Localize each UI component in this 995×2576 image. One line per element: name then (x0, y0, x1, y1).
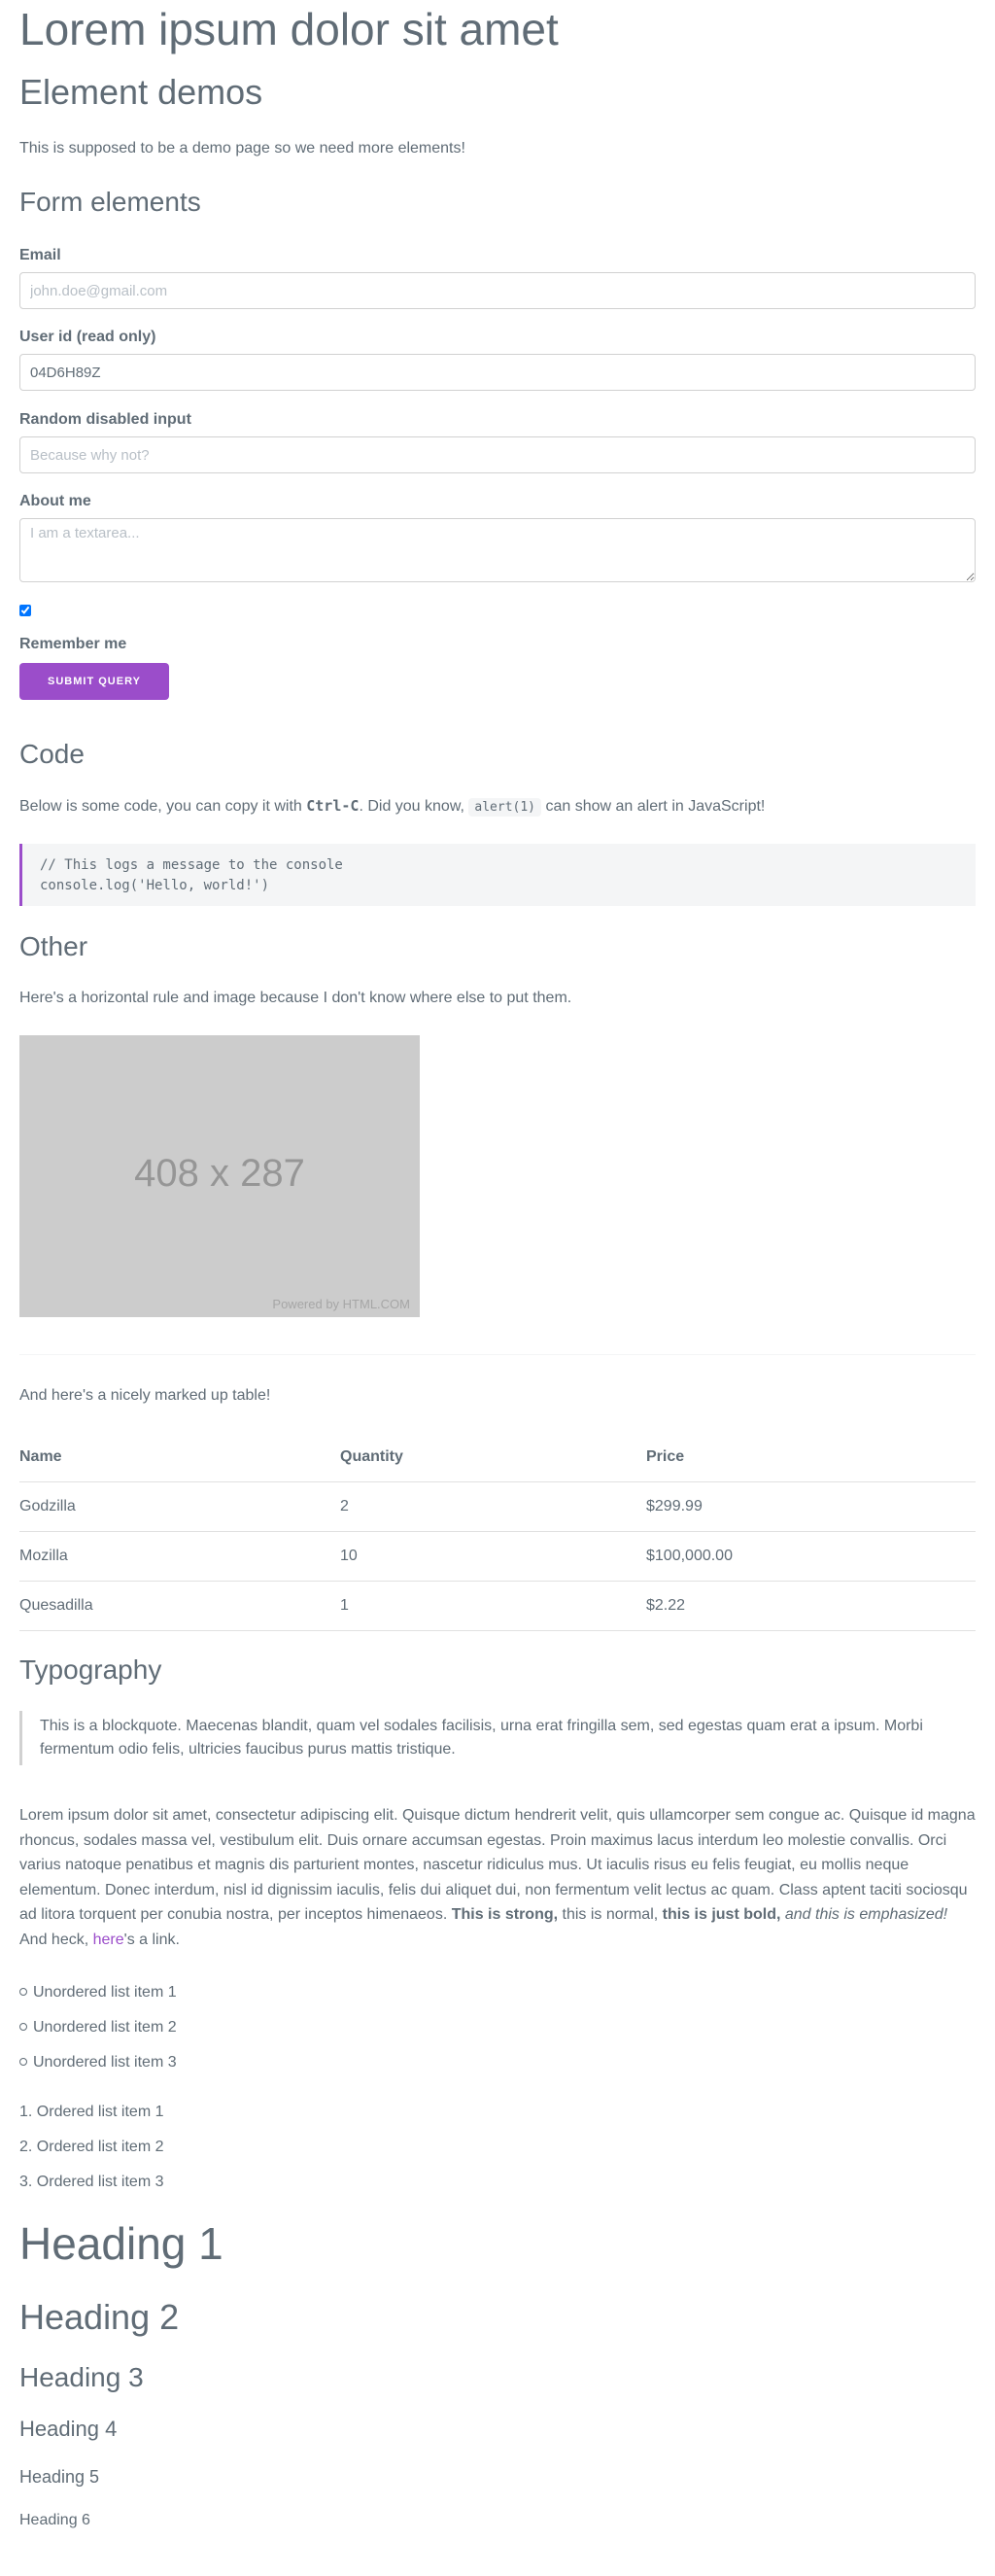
table-cell: $299.99 (646, 1481, 976, 1532)
table-intro: And here's a nicely marked up table! (19, 1387, 271, 1404)
list-item-text: Unordered list item 2 (33, 2019, 177, 2036)
table-header-price: Price (646, 1433, 976, 1482)
table-cell: Mozilla (19, 1531, 340, 1582)
kbd-shortcut: Ctrl-C (306, 797, 360, 815)
list-item: 2. Ordered list item 2 (19, 2139, 164, 2155)
image-credit-text: Powered by HTML.COM (272, 1297, 410, 1311)
code-desc-pre: Below is some code, you can copy it with (19, 798, 307, 815)
table-cell: Godzilla (19, 1481, 340, 1532)
page-title: Lorem ipsum dolor sit amet (19, 4, 559, 54)
placeholder-image: 408 x 287 Powered by HTML.COM (19, 1035, 420, 1317)
code-section-title: Code (19, 739, 85, 769)
disabled-input (19, 436, 976, 473)
table-cell: 10 (340, 1531, 646, 1582)
blockquote: This is a blockquote. Maecenas blandit, … (19, 1711, 976, 1765)
products-table: Name Quantity Price Godzilla 2 $299.99 M… (19, 1433, 976, 1631)
list-item: 3. Ordered list item 3 (19, 2174, 164, 2190)
horizontal-rule (19, 1354, 976, 1355)
inline-code: alert(1) (468, 798, 542, 817)
typography-section-title: Typography (19, 1654, 162, 1685)
other-section-title: Other (19, 931, 88, 961)
emphasized-text: and this is emphasized! (780, 1906, 948, 1924)
ordered-list: 1. Ordered list item 1 2. Ordered list i… (19, 2095, 164, 2200)
strong-text: This is strong, (451, 1906, 559, 1924)
normal-text: this is normal, (558, 1906, 663, 1924)
heading-1: Heading 1 (19, 2218, 223, 2269)
here-link[interactable]: here (93, 1932, 124, 1948)
remember-checkbox[interactable] (19, 605, 31, 616)
heck-text: And heck, (19, 1931, 93, 1948)
code-desc-post: can show an alert in JavaScript! (541, 798, 766, 815)
about-label: About me (19, 493, 91, 509)
intro-text: This is supposed to be a demo page so we… (19, 140, 465, 157)
bold-text: this is just bold, (662, 1906, 781, 1924)
table-cell: 2 (340, 1481, 646, 1532)
userid-input[interactable] (19, 354, 976, 391)
heading-4: Heading 4 (19, 2417, 118, 2441)
remember-label: Remember me (19, 636, 127, 652)
table-cell: $2.22 (646, 1581, 976, 1631)
image-dimensions-text: 408 x 287 (134, 1152, 305, 1195)
heading-6: Heading 6 (19, 2512, 90, 2528)
list-item-text: Unordered list item 1 (33, 1984, 177, 2001)
table-row: Quesadilla 1 $2.22 (19, 1581, 976, 1631)
table-header-name: Name (19, 1433, 340, 1482)
submit-button[interactable]: Submit Query (19, 663, 169, 700)
table-cell: $100,000.00 (646, 1531, 976, 1582)
unordered-list: Unordered list item 1 Unordered list ite… (19, 1975, 177, 2080)
list-item-text: Unordered list item 3 (33, 2054, 177, 2071)
code-description: Below is some code, you can copy it with… (19, 797, 976, 817)
heading-3: Heading 3 (19, 2362, 144, 2392)
lorem-paragraph: Lorem ipsum dolor sit amet, consectetur … (19, 1803, 976, 1953)
bullet-circle-icon (19, 2058, 27, 2066)
disabled-label: Random disabled input (19, 411, 191, 428)
list-item: 1. Ordered list item 1 (19, 2104, 164, 2120)
heading-5: Heading 5 (19, 2467, 100, 2487)
page: Lorem ipsum dolor sit amet Element demos… (0, 0, 995, 2576)
email-label: Email (19, 247, 61, 263)
table-cell: 1 (340, 1581, 646, 1631)
code-desc-mid: . Did you know, (359, 798, 469, 815)
other-description: Here's a horizontal rule and image becau… (19, 990, 572, 1006)
table-header-row: Name Quantity Price (19, 1433, 976, 1482)
bullet-circle-icon (19, 2023, 27, 2031)
table-row: Mozilla 10 $100,000.00 (19, 1531, 976, 1582)
table-cell: Quesadilla (19, 1581, 340, 1631)
list-item: Unordered list item 3 (19, 2045, 177, 2080)
form-section-title: Form elements (19, 187, 201, 217)
section-title: Element demos (19, 72, 263, 112)
list-item: Unordered list item 2 (19, 2010, 177, 2045)
table-row: Godzilla 2 $299.99 (19, 1481, 976, 1532)
heading-2: Heading 2 (19, 2297, 180, 2337)
bullet-circle-icon (19, 1988, 27, 1996)
list-item: Unordered list item 1 (19, 1975, 177, 2010)
code-block: // This logs a message to the console co… (19, 844, 976, 906)
userid-label: User id (read only) (19, 329, 156, 345)
link-tail-text: 's a link. (123, 1931, 180, 1948)
about-textarea[interactable] (19, 518, 976, 582)
email-input[interactable] (19, 272, 976, 309)
table-header-quantity: Quantity (340, 1433, 646, 1482)
